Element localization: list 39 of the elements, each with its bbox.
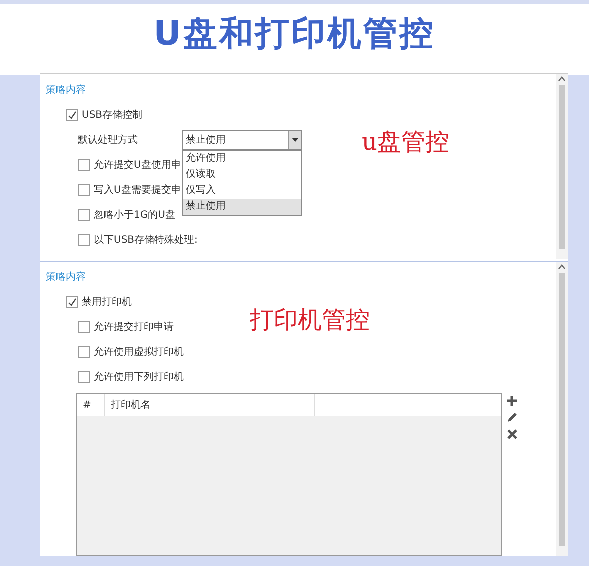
dropdown-option[interactable]: 禁止使用 <box>183 199 301 215</box>
dropdown-option[interactable]: 仅读取 <box>183 167 301 183</box>
dropdown-option[interactable]: 仅写入 <box>183 183 301 199</box>
scroll-up-icon[interactable] <box>558 264 566 270</box>
checkbox[interactable] <box>78 346 90 358</box>
checkbox[interactable] <box>78 159 90 171</box>
scrollbar[interactable] <box>556 262 568 556</box>
checkbox-label: 忽略小于1G的U盘 <box>94 208 176 222</box>
page-title: U盘和打印机管控 <box>154 13 436 56</box>
checkbox-label: 写入U盘需要提交申 <box>94 184 182 198</box>
annotation-text: 打印机管控 <box>250 305 370 336</box>
checkbox[interactable] <box>66 296 78 308</box>
column-header[interactable]: 打印机名 <box>105 394 315 416</box>
dropdown[interactable]: 禁止使用 <box>182 130 302 150</box>
checkbox[interactable] <box>78 321 90 333</box>
field-label: 默认处理方式 <box>78 134 139 148</box>
checkbox-label: 允许提交U盘使用申 <box>94 158 182 172</box>
checkbox[interactable] <box>78 371 90 383</box>
checkbox-label: 禁用打印机 <box>82 296 132 310</box>
close-icon[interactable] <box>506 429 518 440</box>
checkbox[interactable] <box>78 234 90 246</box>
column-header[interactable]: # <box>77 394 105 416</box>
dropdown-option[interactable]: 允许使用 <box>183 151 301 167</box>
checkbox-label: 以下USB存储特殊处理: <box>94 234 198 248</box>
scrollbar[interactable] <box>556 74 568 259</box>
checkbox-label: 允许提交打印申请 <box>94 320 174 334</box>
checkbox[interactable] <box>66 109 78 121</box>
pencil-icon[interactable] <box>506 412 518 424</box>
checkbox[interactable] <box>78 184 90 196</box>
checkbox-label: 允许使用虚拟打印机 <box>94 346 184 360</box>
section-title: 策略内容 <box>46 270 87 285</box>
add-icon[interactable] <box>506 395 518 407</box>
annotation-text: u盘管控 <box>362 127 450 158</box>
caret-icon <box>288 131 301 149</box>
checkbox-label: USB存储控制 <box>82 108 143 122</box>
scroll-up-icon[interactable] <box>558 76 566 82</box>
section-title: 策略内容 <box>46 84 87 98</box>
checkbox-label: 允许使用下列打印机 <box>94 370 184 384</box>
checkbox[interactable] <box>78 209 90 221</box>
